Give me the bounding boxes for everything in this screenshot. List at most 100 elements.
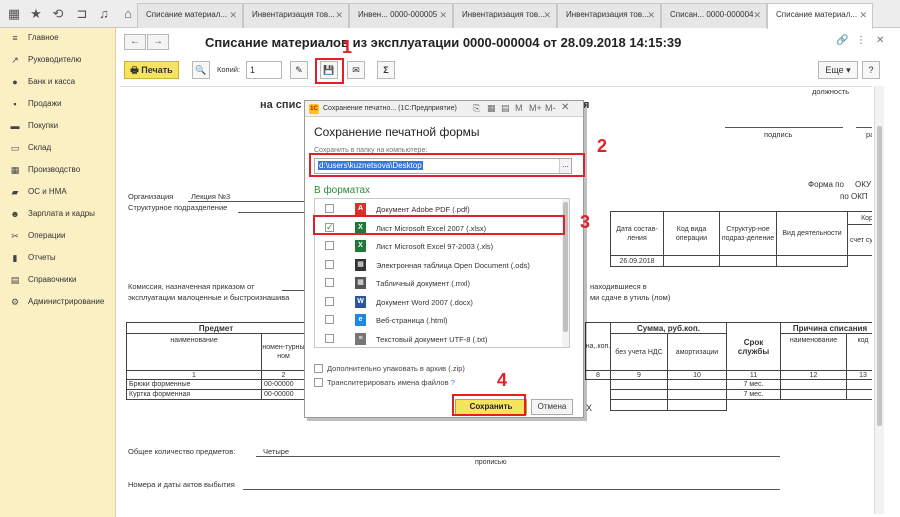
commission-line-2b: ми сдаче в утиль (лом): [590, 293, 671, 302]
copies-input[interactable]: 1: [246, 61, 282, 79]
sidebar-item-3[interactable]: ● Банк и касса: [0, 72, 116, 92]
format-checkbox[interactable]: [325, 296, 334, 306]
row-2-code: [846, 389, 872, 400]
commission-underline: [282, 290, 306, 291]
sum-button[interactable]: Σ: [377, 61, 395, 79]
format-checkbox[interactable]: [325, 278, 334, 287]
dept-label: Структурное подразделение: [128, 203, 228, 212]
tab-close-icon[interactable]: ✕: [439, 10, 447, 21]
home-icon[interactable]: ⌂: [120, 6, 136, 22]
annotation-number-4: 4: [497, 370, 508, 390]
total-count-underline: [256, 456, 780, 457]
annotation-box-3: [313, 215, 565, 235]
tab-5[interactable]: Инвентаризация тов... ✕: [557, 3, 661, 28]
header-activity-cell: Вид деятельности: [776, 211, 848, 256]
sidebar-item-5[interactable]: ▬ Покупки: [0, 116, 116, 136]
tab-6[interactable]: Списан... 0000-000004 ✕: [661, 3, 767, 28]
edit-layout-button[interactable]: ✎: [290, 61, 308, 79]
format-option-5[interactable]: ▦ Табличный документ (.mxl): [315, 274, 561, 292]
format-option-8[interactable]: ≡ Текстовый документ UTF-8 (.txt): [315, 330, 561, 348]
apps-grid-icon[interactable]: ▦: [6, 6, 22, 22]
dialog-copy-icon[interactable]: ⎘: [473, 103, 480, 114]
sidebar-item-7[interactable]: ▦ Производство: [0, 160, 116, 180]
tab-close-icon[interactable]: ✕: [543, 10, 551, 21]
dialog-close-icon[interactable]: ✕: [561, 102, 569, 113]
tab-close-icon[interactable]: ✕: [229, 10, 237, 21]
tab-close-icon[interactable]: ✕: [647, 10, 655, 21]
sidebar-item-label: Зарплата и кадры: [28, 209, 95, 218]
link-icon[interactable]: 🔗: [836, 35, 848, 46]
tab-7[interactable]: Списание материал... ✕: [767, 3, 873, 29]
cart-icon: ▬: [10, 121, 20, 131]
cancel-button[interactable]: Отмена: [531, 399, 573, 415]
translit-option[interactable]: Транслитерировать имена файлов ?: [314, 378, 455, 387]
favorites-star-icon[interactable]: ★: [28, 6, 44, 22]
format-label: Документ Word 2007 (.docx): [376, 297, 473, 307]
format-option-4[interactable]: ▦ Электронная таблица Open Document (.ods…: [315, 256, 561, 274]
tab-4[interactable]: Инвентаризация тов... ✕: [453, 3, 557, 28]
help-question-icon[interactable]: ?: [451, 378, 455, 387]
tab-1[interactable]: Списание материал... ✕: [137, 3, 243, 28]
format-checkbox[interactable]: [325, 315, 334, 324]
th-amort-cell: амортизации: [667, 333, 727, 371]
sheet-vertical-scrollbar[interactable]: [874, 86, 884, 514]
tab-2[interactable]: Инвентаризация тов... ✕: [243, 3, 349, 28]
tab-close-icon[interactable]: ✕: [335, 10, 343, 21]
sidebar-item-2[interactable]: ↗ Руководителю: [0, 50, 116, 70]
history-icon[interactable]: ⟲: [50, 6, 66, 22]
zip-checkbox[interactable]: [314, 364, 323, 373]
tab-close-icon[interactable]: ✕: [753, 10, 761, 21]
tab-3[interactable]: Инвен... 0000-000005 ✕: [349, 3, 453, 28]
sidebar-item-13[interactable]: ⚙ Администрирование: [0, 292, 116, 312]
send-email-button[interactable]: ✉: [347, 61, 365, 79]
sidebar-item-6[interactable]: ▭ Склад: [0, 138, 116, 158]
signature-line-2: [856, 127, 872, 128]
format-checkbox[interactable]: [325, 333, 334, 343]
preview-button[interactable]: 🔍: [192, 61, 210, 79]
colnum-8: 8: [585, 370, 611, 380]
op-code-value-cell: [663, 255, 720, 267]
more-vert-icon[interactable]: ⋮: [856, 35, 866, 46]
sidebar-item-8[interactable]: ▰ ОС и НМА: [0, 182, 116, 202]
zip-option[interactable]: Дополнительно упаковать в архив (.zip): [314, 364, 465, 373]
help-button[interactable]: ?: [862, 61, 880, 79]
dialog-calendar-icon[interactable]: ▤: [501, 103, 510, 114]
struct-value-cell: [719, 255, 777, 267]
format-checkbox[interactable]: [325, 259, 334, 269]
ods-icon: ▦: [355, 258, 366, 271]
header-account-cell: счет субсч: [847, 224, 872, 256]
in-words-caption: прописью: [475, 459, 507, 466]
history-list-icon[interactable]: ⊐: [74, 6, 90, 22]
format-option-3[interactable]: X Лист Microsoft Excel 97-2003 (.xls): [315, 237, 561, 255]
annotation-number-2: 2: [597, 136, 608, 156]
format-checkbox[interactable]: [325, 241, 334, 250]
signature-line: [725, 127, 843, 128]
back-button[interactable]: ←: [124, 34, 146, 50]
format-option-6[interactable]: W Документ Word 2007 (.docx): [315, 293, 561, 311]
notifications-bell-icon[interactable]: ♫: [96, 6, 112, 22]
sidebar-item-11[interactable]: ▮ Отчеты: [0, 248, 116, 268]
activity-value-cell: [776, 255, 848, 267]
dialog-heading: Сохранение печатной формы: [314, 125, 480, 139]
translit-checkbox[interactable]: [314, 378, 323, 387]
tab-close-icon[interactable]: ✕: [859, 10, 867, 21]
row-2-srok: 7 мес.: [726, 389, 781, 400]
close-icon[interactable]: ✕: [876, 35, 884, 46]
dialog-mminus-icon[interactable]: M-: [545, 103, 556, 113]
edit-icon: ✎: [295, 65, 303, 75]
forward-button[interactable]: →: [147, 34, 169, 50]
format-checkbox[interactable]: [325, 204, 334, 213]
sidebar-item-label: Справочники: [28, 275, 77, 284]
dialog-m-icon[interactable]: M: [515, 103, 523, 113]
sidebar-item-4[interactable]: ▪ Продажи: [0, 94, 116, 114]
more-button[interactable]: Еще ▾: [818, 61, 858, 79]
sidebar-item-9[interactable]: ☻ Зарплата и кадры: [0, 204, 116, 224]
sidebar-item-1[interactable]: ≡ Главное: [0, 28, 116, 48]
format-option-7[interactable]: e Веб-страница (.html): [315, 311, 561, 329]
sheet-scroll-thumb[interactable]: [877, 126, 882, 426]
sidebar-item-10[interactable]: ✂ Операции: [0, 226, 116, 246]
sidebar-item-12[interactable]: ▤ Справочники: [0, 270, 116, 290]
dialog-table-icon[interactable]: ▦: [487, 103, 496, 114]
print-button[interactable]: 🖶 Печать: [124, 61, 179, 79]
dialog-mplus-icon[interactable]: M+: [529, 103, 542, 113]
